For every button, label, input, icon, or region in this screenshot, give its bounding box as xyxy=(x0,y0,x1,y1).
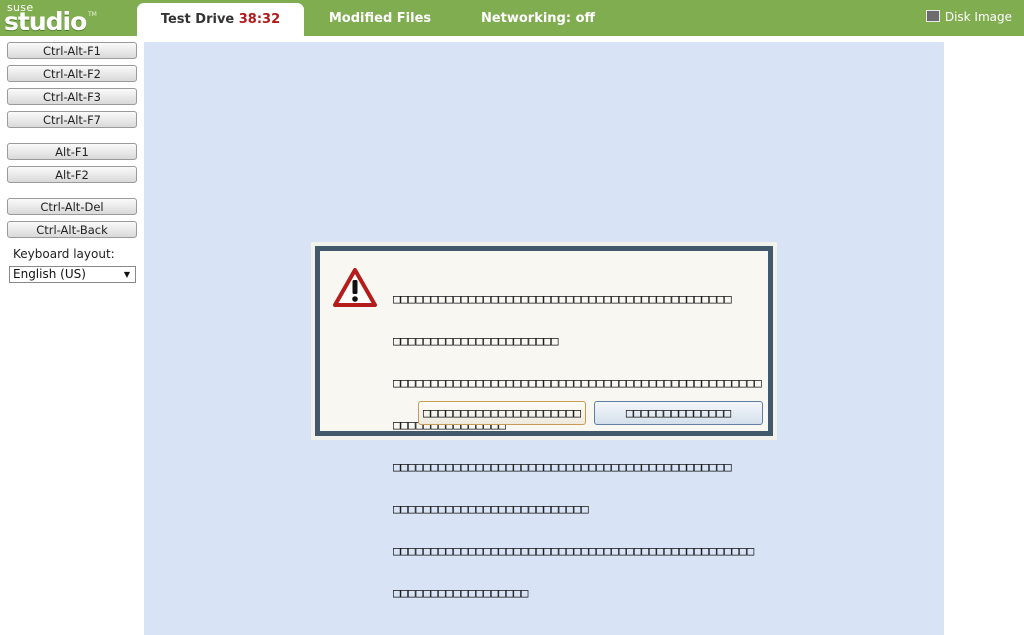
ctrl-alt-f3-button[interactable]: Ctrl-Alt-F3 xyxy=(7,88,137,105)
dialog-secondary-button[interactable]: □□□□□□□□□□□□□□□□□□□□□ xyxy=(418,401,586,425)
disk-image-link[interactable]: Disk Image xyxy=(925,0,1012,36)
ctrl-alt-back-button[interactable]: Ctrl-Alt-Back xyxy=(7,221,137,238)
top-bar: suse studio TM Test Drive 38:32 Modified… xyxy=(0,0,1024,36)
tab-test-drive-label: Test Drive xyxy=(160,12,235,27)
dialog-primary-button[interactable]: □□□□□□□□□□□□□□ xyxy=(594,401,763,425)
disk-icon xyxy=(925,10,940,22)
sidebar: Ctrl-Alt-F1 Ctrl-Alt-F2 Ctrl-Alt-F3 Ctrl… xyxy=(0,36,144,635)
warning-icon xyxy=(333,268,377,307)
disk-image-label: Disk Image xyxy=(944,10,1012,24)
dropdown-arrow-icon: ▼ xyxy=(123,270,130,279)
keyboard-layout-select[interactable]: English (US) ▼ xyxy=(9,266,136,283)
tab-test-drive[interactable]: Test Drive 38:32 xyxy=(137,3,304,36)
message-line: □□□□□□□□□□□□□□□□□□□□□□□□□□□□□□□□□□□□□□□□… xyxy=(393,459,732,474)
logo-tm: TM xyxy=(88,11,97,18)
dialog-message: □□□□□□□□□□□□□□□□□□□□□□□□□□□□□□□□□□□□□□□□… xyxy=(393,264,768,628)
alt-f1-button[interactable]: Alt-F1 xyxy=(7,143,137,160)
ctrl-alt-f7-button[interactable]: Ctrl-Alt-F7 xyxy=(7,111,137,128)
alt-f2-button[interactable]: Alt-F2 xyxy=(7,166,137,183)
message-line: □□□□□□□□□□□□□□□□□□□□□□□□□□ xyxy=(393,501,589,516)
suse-studio-logo[interactable]: suse studio TM xyxy=(4,1,100,36)
ctrl-alt-del-button[interactable]: Ctrl-Alt-Del xyxy=(7,198,137,215)
message-line: □□□□□□□□□□□□□□□□□□□□□□□□□□□□□□□□□□□□□□□□… xyxy=(393,375,762,390)
message-line: □□□□□□□□□□□□□□□□□□□□□□□□□□□□□□□□□□□□□□□□… xyxy=(393,291,732,306)
keyboard-layout-value: English (US) xyxy=(13,267,86,281)
message-line: □□□□□□□□□□□□□□□□□□□□□□□□□□□□□□□□□□□□□□□□… xyxy=(393,543,755,558)
tab-modified-files[interactable]: Modified Files xyxy=(318,0,442,36)
warning-dialog: □□□□□□□□□□□□□□□□□□□□□□□□□□□□□□□□□□□□□□□□… xyxy=(311,242,777,600)
ctrl-alt-f1-button[interactable]: Ctrl-Alt-F1 xyxy=(7,42,137,59)
ctrl-alt-f2-button[interactable]: Ctrl-Alt-F2 xyxy=(7,65,137,82)
logo-studio-text: studio xyxy=(4,7,87,36)
message-line: □□□□□□□□□□□□□□□□□□□□□□ xyxy=(393,333,559,348)
tab-networking[interactable]: Networking: off xyxy=(472,0,604,36)
dialog-body: □□□□□□□□□□□□□□□□□□□□□□□□□□□□□□□□□□□□□□□□… xyxy=(315,246,773,600)
test-drive-timer: 38:32 xyxy=(238,12,281,27)
message-line: □□□□□□□□□□□□□□□□□□ xyxy=(393,585,529,600)
keyboard-layout-label: Keyboard layout: xyxy=(13,247,115,261)
